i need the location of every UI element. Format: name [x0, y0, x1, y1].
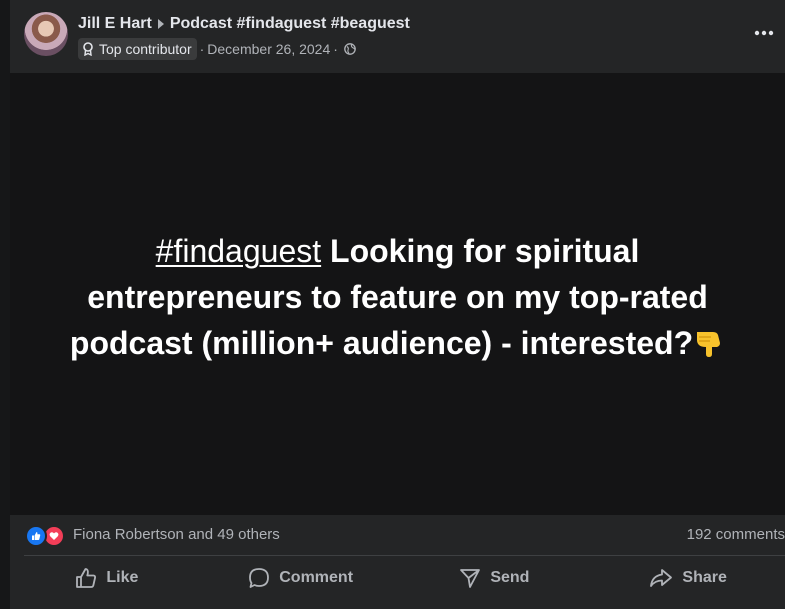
comments-count[interactable]: 192 comments: [687, 526, 785, 543]
like-label: Like: [106, 569, 139, 586]
post-body: #findaguest Looking for spiritual entrep…: [10, 73, 785, 515]
globe-icon[interactable]: [344, 43, 356, 55]
post-header: Jill E Hart Podcast #findaguest #beagues…: [10, 0, 785, 73]
reaction-names[interactable]: Fiona Robertson and 49 others: [73, 526, 280, 543]
like-reaction-icon: [25, 525, 47, 547]
share-icon: [650, 569, 673, 587]
pointing-down-emoji: [693, 324, 725, 370]
author-name[interactable]: Jill E Hart: [78, 15, 152, 33]
share-button[interactable]: Share: [591, 556, 785, 600]
more-options-button[interactable]: [751, 20, 777, 46]
action-bar: Like Comment Send Share: [10, 556, 785, 600]
comment-button[interactable]: Comment: [204, 556, 398, 600]
badge-label: Top contributor: [99, 41, 192, 57]
post-text-line-3: podcast (million+ audience) - interested…: [40, 320, 755, 370]
post-text: #findaguest Looking for spiritual entrep…: [40, 228, 755, 370]
page: Jill E Hart Podcast #findaguest #beagues…: [0, 0, 785, 609]
bottom-strip: [10, 600, 785, 609]
reaction-icons[interactable]: [25, 525, 65, 547]
post-text-line-1-rest: Looking for spiritual: [321, 233, 640, 269]
like-button[interactable]: Like: [10, 556, 204, 600]
post-meta: Top contributor · December 26, 2024 ·: [78, 38, 356, 60]
more-options-icon: [754, 30, 774, 36]
author-avatar[interactable]: [24, 12, 68, 56]
comment-icon: [249, 568, 270, 588]
send-icon: [460, 569, 481, 588]
contributor-badge-icon: [83, 42, 93, 56]
post-text-line-1: #findaguest Looking for spiritual: [40, 228, 755, 274]
post-card: Jill E Hart Podcast #findaguest #beagues…: [10, 0, 785, 609]
reactions-bar: Fiona Robertson and 49 others 192 commen…: [10, 515, 785, 555]
post-header-title: Jill E Hart Podcast #findaguest #beagues…: [78, 14, 410, 34]
share-label: Share: [682, 569, 727, 586]
thumbs-up-icon: [76, 568, 97, 588]
send-label: Send: [490, 569, 530, 586]
send-button[interactable]: Send: [398, 556, 592, 600]
post-date[interactable]: December 26, 2024: [207, 41, 330, 57]
meta-separator-2: ·: [333, 41, 338, 57]
meta-separator: ·: [199, 41, 205, 57]
caret-right-icon: [157, 19, 164, 29]
hashtag-link[interactable]: #findaguest: [156, 233, 321, 269]
group-name[interactable]: Podcast #findaguest #beaguest: [170, 15, 410, 33]
comment-label: Comment: [279, 569, 354, 586]
top-contributor-badge[interactable]: Top contributor: [78, 38, 197, 60]
post-text-line-3-content: podcast (million+ audience) - interested…: [69, 325, 694, 361]
post-text-line-2: entrepreneurs to feature on my top-rated: [87, 279, 708, 315]
left-gutter: [0, 0, 10, 609]
